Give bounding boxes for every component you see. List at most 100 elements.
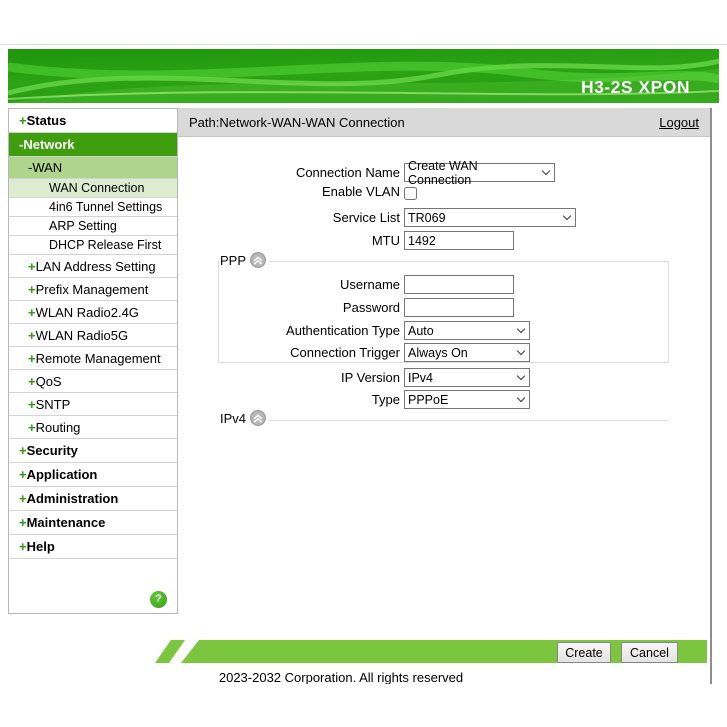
connection-name-label: Connection Name [178,163,400,182]
authentication-type-select[interactable]: Auto [404,321,530,340]
ppp-section-label: PPP [220,253,246,268]
expand-icon: + [28,328,36,343]
sidebar-item-lan-address-setting[interactable]: +LAN Address Setting [9,255,177,278]
chevron-down-icon [517,394,525,402]
type-select[interactable]: PPPoE [404,390,530,409]
password-label: Password [178,298,400,317]
sidebar-item-arp-setting[interactable]: ARP Setting [9,217,177,236]
expand-icon: + [19,539,27,554]
sidebar-item-dhcp-release-first[interactable]: DHCP Release First [9,236,177,255]
sidebar-item-label: Routing [36,420,81,435]
connection-trigger-select[interactable]: Always On [404,343,530,362]
sidebar-item-label: Help [27,539,55,554]
sidebar-item-label: Prefix Management [36,282,149,297]
enable-vlan-label: Enable VLAN [178,184,400,200]
expand-icon: + [28,305,36,320]
ipv4-section-label: IPv4 [220,411,246,426]
sidebar-item-prefix-management[interactable]: +Prefix Management [9,278,177,301]
sidebar-item-label: WAN Connection [49,181,144,195]
expand-icon: + [28,397,36,412]
chevron-down-icon [517,372,525,380]
ip-version-label: IP Version [178,368,400,387]
username-input[interactable] [404,275,514,294]
mtu-label: MTU [178,231,400,250]
expand-icon: + [28,259,36,274]
brand-banner: H3-2S XPON [8,49,719,103]
help-icon[interactable]: ? [150,591,167,608]
expand-icon: + [19,467,27,482]
sidebar-item-label: Status [27,113,67,128]
service-list-select[interactable]: TR069 [404,208,576,227]
sidebar-item-label: DHCP Release First [49,238,161,252]
collapse-section-icon[interactable] [250,410,266,426]
authentication-type-value: Auto [408,324,434,338]
sidebar-item-label: Remote Management [36,351,161,366]
breadcrumb-bar: Path:Network-WAN-WAN Connection Logout [178,108,710,137]
authentication-type-label: Authentication Type [178,321,400,340]
sidebar-item-qos[interactable]: +QoS [9,370,177,393]
expand-icon: + [28,282,36,297]
ip-version-select[interactable]: IPv4 [404,368,530,387]
sidebar-item-sntp[interactable]: +SNTP [9,393,177,416]
device-model-title: H3-2S XPON [581,77,690,98]
chevron-down-icon [542,167,550,175]
connection-trigger-label: Connection Trigger [178,343,400,362]
content-right-border [710,108,712,684]
sidebar-item-wlan-radio24g[interactable]: +WLAN Radio2.4G [9,301,177,324]
expand-icon: + [19,113,27,128]
sidebar-item-label: ARP Setting [49,219,117,233]
cancel-button[interactable]: Cancel [621,642,678,663]
sidebar-item-label: 4in6 Tunnel Settings [49,200,162,214]
sidebar-item-label: QoS [36,374,62,389]
sidebar-item-label: Administration [27,491,119,506]
sidebar-nav: +Status -Network -WAN WAN Connection 4in… [8,108,178,614]
sidebar-item-help[interactable]: +Help [9,535,177,559]
expand-icon: + [28,351,36,366]
ipv4-section-divider [266,420,669,421]
expand-icon: + [28,420,36,435]
type-label: Type [178,390,400,409]
chevron-down-icon [517,325,525,333]
password-input[interactable] [404,298,514,317]
sidebar-item-security[interactable]: +Security [9,439,177,463]
sidebar-item-remote-management[interactable]: +Remote Management [9,347,177,370]
copyright-text: 2023-2032 Corporation. All rights reserv… [0,669,682,684]
chevron-down-icon [563,212,571,220]
sidebar-item-routing[interactable]: +Routing [9,416,177,439]
enable-vlan-checkbox[interactable] [404,187,417,200]
connection-trigger-value: Always On [408,346,468,360]
connection-name-select[interactable]: Create WAN Connection [404,163,555,182]
sidebar-item-administration[interactable]: +Administration [9,487,177,511]
sidebar-item-maintenance[interactable]: +Maintenance [9,511,177,535]
sidebar-item-label: LAN Address Setting [36,259,156,274]
username-label: Username [178,275,400,294]
sidebar-item-application[interactable]: +Application [9,463,177,487]
collapse-section-icon[interactable] [250,252,266,268]
breadcrumb: Path:Network-WAN-WAN Connection [189,115,405,130]
logout-link[interactable]: Logout [659,115,699,130]
sidebar-item-4in6-tunnel-settings[interactable]: 4in6 Tunnel Settings [9,198,177,217]
create-button[interactable]: Create [557,642,611,663]
top-divider [0,44,727,45]
sidebar-item-wan-connection[interactable]: WAN Connection [9,179,177,198]
expand-icon: + [28,374,36,389]
service-list-value: TR069 [408,211,446,225]
sidebar-item-label: WLAN Radio5G [36,328,128,343]
sidebar-item-wlan-radio5g[interactable]: +WLAN Radio5G [9,324,177,347]
sidebar-item-label: WLAN Radio2.4G [36,305,139,320]
sidebar-item-label: WAN [32,160,62,175]
sidebar-item-network[interactable]: -Network [9,133,177,157]
sidebar-item-status[interactable]: +Status [9,109,177,133]
connection-name-value: Create WAN Connection [408,159,537,187]
sidebar-item-label: SNTP [36,397,71,412]
expand-icon: + [19,515,27,530]
sidebar-item-label: Network [23,137,74,152]
sidebar-item-wan[interactable]: -WAN [9,157,177,179]
expand-icon: + [19,443,27,458]
expand-icon: + [19,491,27,506]
sidebar-item-label: Maintenance [27,515,106,530]
mtu-input[interactable] [404,231,514,250]
sidebar-item-label: Application [27,467,98,482]
sidebar-item-label: Security [27,443,78,458]
service-list-label: Service List [178,208,400,227]
